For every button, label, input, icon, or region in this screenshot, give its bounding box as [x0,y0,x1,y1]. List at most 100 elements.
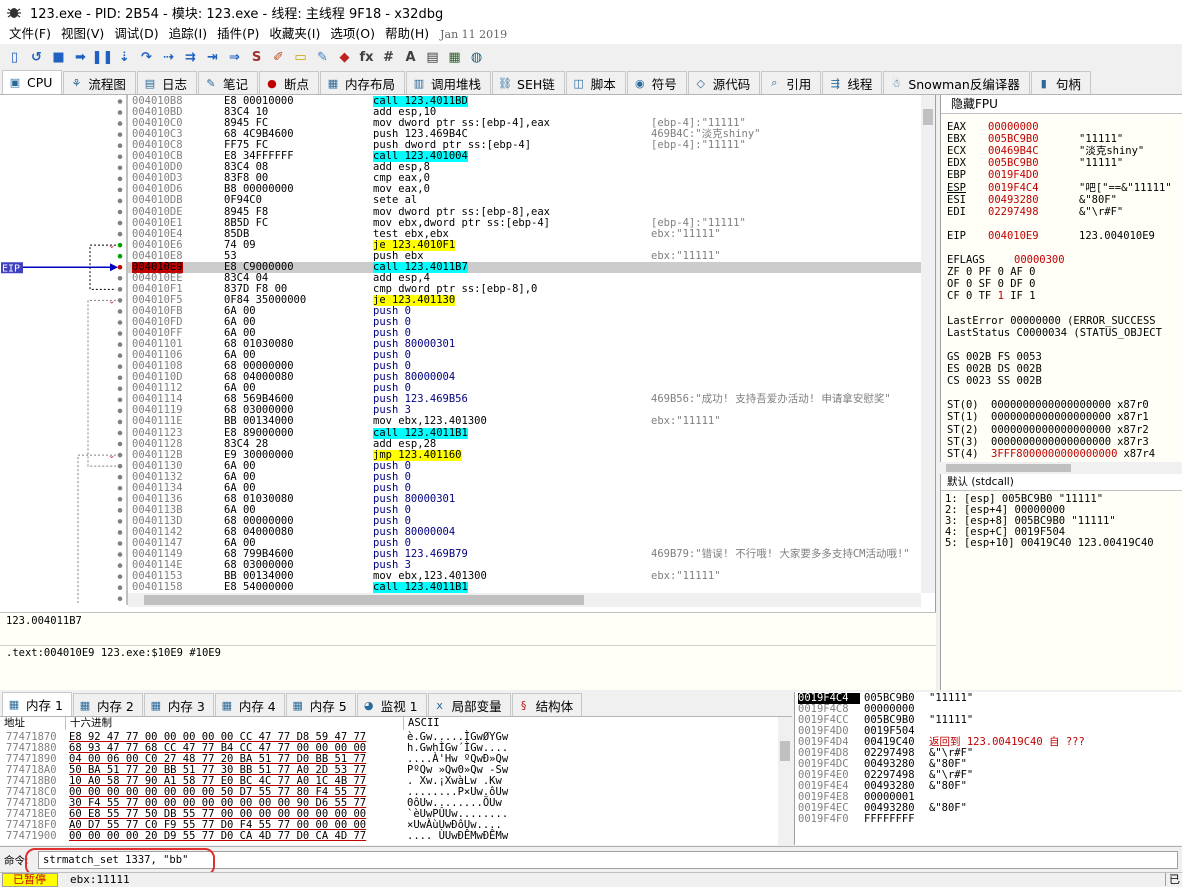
register-value[interactable]: 00469B4C [988,145,1079,157]
memory-tab-1[interactable]: ▦ 内存 2 [72,693,143,716]
memory-dump[interactable]: 地址 十六进制 ASCII 77471870 E8 92 47 77 00 00 … [0,717,792,845]
register-value[interactable]: 004010E9 [988,230,1079,242]
register-name[interactable]: EBP [947,169,988,181]
tab-3[interactable]: ✎ 笔记 [197,71,258,94]
calling-convention-panel[interactable]: 默认 (stdcall) 1: [esp] 005BC9B0 "11111" 2:… [940,474,1182,690]
tab-12[interactable]: ⇶ 线程 [822,71,883,94]
register-value[interactable]: 0019F4C4 [988,182,1079,194]
disasm-row[interactable]: 004010DB 0F94C0 sete al [128,195,921,206]
dump-header-address[interactable]: 地址 [0,717,66,730]
bookmark-icon[interactable]: ◆ [335,48,354,67]
hash-icon[interactable]: # [379,48,398,67]
disasm-row[interactable]: 004010E1 8B5D FC mov ebx,dword ptr ss:[ebp… [128,217,921,229]
trace-into-icon[interactable]: ⇢ [159,48,178,67]
memory-tab-3[interactable]: ▦ 内存 4 [214,693,285,716]
pause-icon[interactable]: ❚❚ [92,48,114,67]
disasm-row[interactable]: 00401123 E8 89000000 call 123.4011B1 [128,427,921,439]
restart-icon[interactable]: ↺ [27,48,46,67]
tab-4[interactable]: ● 断点 [258,71,319,94]
segment-registers[interactable]: CS 0023 SS 002B [947,375,1042,387]
fpu-register-value[interactable]: 0000000000000000000 [991,436,1111,448]
tab-2[interactable]: ▤ 日志 [136,71,197,94]
tab-7[interactable]: ⛓ SEH链 [492,71,565,94]
stack-row[interactable]: 0019F4D8 02297498 &"\r#F" [795,748,1182,759]
calculator-icon[interactable]: ▦ [445,48,464,67]
register-name[interactable]: EDX [947,157,988,169]
tab-6[interactable]: ▥ 调用堆栈 [406,71,492,94]
memory-tab-7[interactable]: § 结构体 [511,693,583,716]
disassembly-vscrollbar[interactable] [921,95,935,593]
stack-row[interactable]: 0019F4E0 02297498 &"\r#F" [795,770,1182,781]
font-icon[interactable]: A [401,48,420,67]
registers-panel[interactable]: 隐藏FPU EAX 00000000 EBX 005BC9B0 "11111" ECX 00… [940,95,1182,462]
menu-item-4[interactable]: 插件(P) [212,24,264,44]
scrollbar-thumb[interactable] [144,595,584,605]
stack-view[interactable]: 0019F4C4 005BC9B0 "11111" 0019F4C8 00000000 0… [794,692,1182,845]
comment-icon[interactable]: ▭ [291,48,310,67]
step-over-icon[interactable]: ↷ [137,48,156,67]
tab-1[interactable]: ⚘ 流程图 [63,71,136,94]
segment-registers[interactable]: ES 002B DS 002B [947,363,1042,375]
memory-tab-6[interactable]: x 局部变量 [427,693,511,716]
fpu-register-name[interactable]: ST(0) [947,399,991,411]
memory-tab-5[interactable]: ◕ 监视 1 [356,693,427,716]
tab-11[interactable]: ⌕ 引用 [761,71,822,94]
function-icon[interactable]: fx [357,48,376,67]
register-name[interactable]: EIP [947,230,988,242]
fpu-register-name[interactable]: ST(4) [947,448,991,460]
label-icon[interactable]: ✎ [313,48,332,67]
memory-tab-2[interactable]: ▦ 内存 3 [143,693,214,716]
fpu-register-value[interactable]: 0000000000000000000 [991,399,1111,411]
calling-convention-header[interactable]: 默认 (stdcall) [941,474,1182,491]
fpu-register-value[interactable]: 0000000000000000000 [991,424,1111,436]
register-value[interactable]: 00000300 [1014,254,1105,266]
menu-item-5[interactable]: 收藏夹(I) [264,24,325,44]
register-name[interactable]: EAX [947,121,988,133]
stack-row[interactable]: 0019F4EC 00493280 &"80F" [795,803,1182,814]
fpu-register-value[interactable]: 3FFF8000000000000000 [991,448,1117,460]
register-name[interactable]: EBX [947,133,988,145]
disasm-row[interactable]: 004010E4 85DB test ebx,ebx ebx:"11111" [128,228,921,240]
dump-vscrollbar[interactable] [778,717,792,845]
memory-tab-0[interactable]: ▦ 内存 1 [2,692,72,716]
menu-item-7[interactable]: 帮助(H) [380,24,434,44]
stack-row[interactable]: 0019F4C8 00000000 [795,704,1182,715]
dump-header-hex[interactable]: 十六进制 [66,717,404,730]
dump-header-ascii[interactable]: ASCII [404,717,778,730]
flags-line[interactable]: CF 0 TF 1 IF 1 [947,290,1036,302]
stack-row[interactable]: 0019F4F0 FFFFFFFF [795,814,1182,825]
disasm-row[interactable]: 0040112B E9 30000000 jmp 123.401160 [128,449,921,461]
register-name[interactable]: ESP [947,182,988,194]
tab-5[interactable]: ▦ 内存布局 [319,71,405,94]
register-value[interactable]: 005BC9B0 [988,133,1079,145]
disasm-row[interactable]: 00401128 83C4 28 add esp,28 [128,438,921,450]
tab-0[interactable]: ▣ CPU [2,70,63,94]
run-icon[interactable]: ➡ [71,48,90,67]
register-name[interactable]: EDI [947,206,988,218]
disasm-row[interactable]: 00401130 6A 00 push 0 [128,460,921,472]
globe-icon[interactable]: ◍ [467,48,486,67]
menu-item-6[interactable]: 选项(O) [325,24,380,44]
flags-line[interactable]: OF 0 SF 0 DF 0 [947,278,1036,290]
menu-item-3[interactable]: 追踪(I) [164,24,212,44]
execute-till-return-icon[interactable]: ⇥ [203,48,222,67]
stack-row[interactable]: 0019F4E4 00493280 &"80F" [795,781,1182,792]
hide-fpu-button[interactable]: 隐藏FPU [941,95,1182,114]
patch-icon[interactable]: ✐ [269,48,288,67]
stack-row[interactable]: 0019F4D4 00419C40 返回到 123.00419C40 自 ??? [795,737,1182,748]
tab-8[interactable]: ◫ 脚本 [565,71,626,94]
register-value[interactable]: 00493280 [988,194,1079,206]
menu-item-2[interactable]: 调试(D) [109,24,163,44]
tab-9[interactable]: ◉ 符号 [626,71,687,94]
register-name[interactable]: EFLAGS [947,254,1014,266]
fpu-register-name[interactable]: ST(2) [947,424,991,436]
flags-line[interactable]: ZF 0 PF 0 AF 0 [947,266,1036,278]
disassembly-hscrollbar[interactable] [128,593,921,607]
scrollbar-thumb[interactable] [923,109,933,125]
register-value[interactable]: 0019F4D0 [988,169,1079,181]
trace-over-icon[interactable]: ⇉ [181,48,200,67]
strings-icon[interactable]: ▤ [423,48,442,67]
tab-10[interactable]: ◇ 源代码 [687,71,761,94]
disasm-row[interactable]: 004010E6 74 09 je 123.4010F1 [128,239,921,251]
memory-tab-4[interactable]: ▦ 内存 5 [285,693,356,716]
